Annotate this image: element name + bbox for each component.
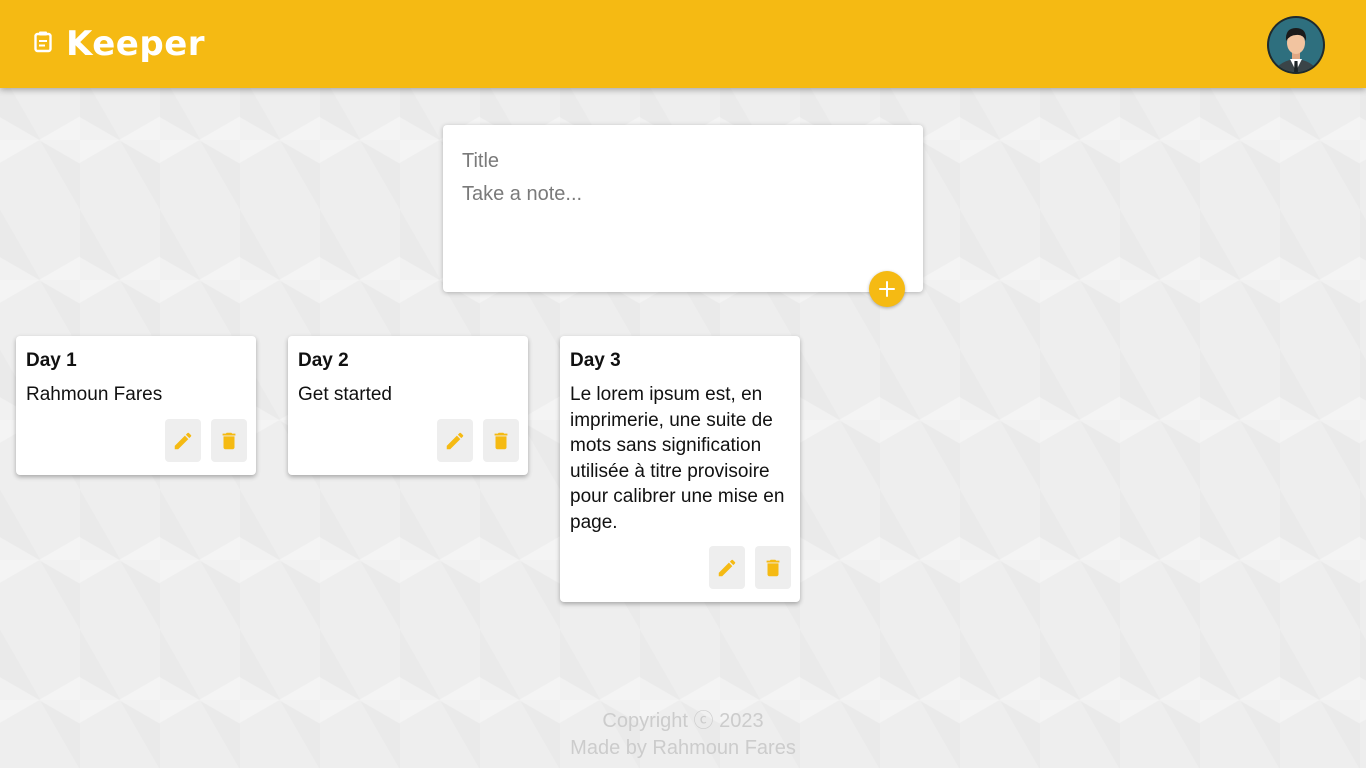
trash-icon	[766, 559, 780, 576]
user-avatar-icon[interactable]	[1266, 9, 1326, 81]
delete-note-button[interactable]	[755, 546, 791, 589]
page-footer: Copyright ⓒ 2023 Made by Rahmoun Fares	[0, 708, 1366, 761]
trash-icon	[494, 432, 508, 449]
note-title: Day 1	[26, 350, 77, 371]
delete-note-button[interactable]	[483, 419, 519, 462]
plus-icon	[879, 281, 895, 297]
edit-note-button[interactable]	[709, 546, 745, 589]
edit-note-button[interactable]	[437, 419, 473, 462]
pencil-icon	[174, 432, 192, 449]
note-card: Day 2 Get started	[288, 336, 528, 475]
title-input[interactable]	[462, 147, 902, 175]
note-composer	[443, 125, 923, 292]
note-card: Day 1 Rahmoun Fares	[16, 336, 256, 475]
app-title: Keeper	[66, 24, 206, 64]
note-title: Day 3	[570, 350, 621, 371]
add-note-button[interactable]	[869, 271, 905, 307]
pencil-icon	[718, 559, 736, 576]
trash-icon	[222, 432, 236, 449]
credit-text: Made by Rahmoun Fares	[570, 736, 796, 759]
app-header: Keeper	[0, 0, 1366, 88]
note-title: Day 2	[298, 350, 349, 371]
copyright-text: Copyright ⓒ 2023	[602, 710, 764, 732]
delete-note-button[interactable]	[211, 419, 247, 462]
edit-note-button[interactable]	[165, 419, 201, 462]
note-content-textarea[interactable]	[462, 183, 902, 273]
note-icon	[34, 31, 52, 53]
note-content: Rahmoun Fares	[26, 384, 163, 405]
note-content: Le lorem ipsum est, en imprimerie, une s…	[570, 384, 785, 533]
note-content: Get started	[298, 384, 392, 405]
note-card: Day 3 Le lorem ipsum est, en imprimerie,…	[560, 336, 800, 602]
pencil-icon	[446, 432, 464, 449]
